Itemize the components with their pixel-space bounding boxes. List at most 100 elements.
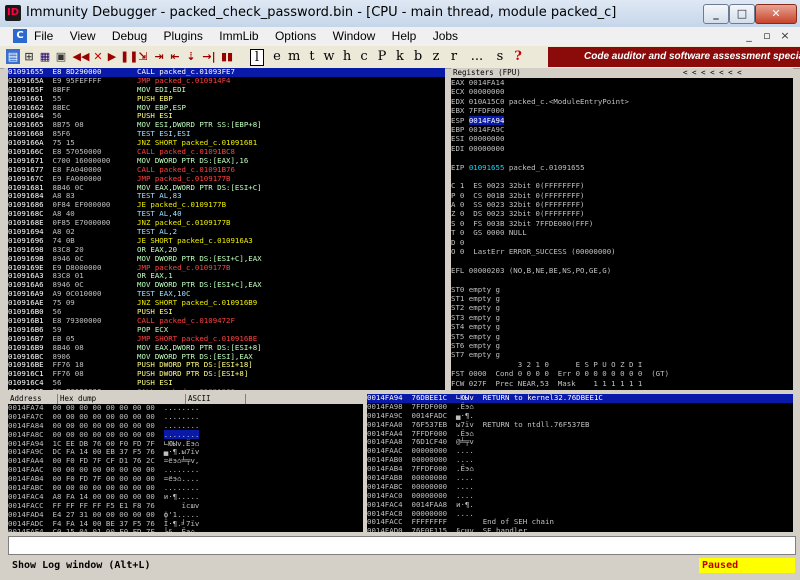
register-line[interactable]: ESP 0014FA94 [451,115,793,125]
banner-ad[interactable]: Code auditor and software assessment spe… [548,47,800,67]
cpu-window-icon[interactable]: C [13,29,27,43]
attach-icon[interactable]: ⊞ [22,49,36,64]
toolbar-m-button[interactable]: m [288,49,300,64]
register-line[interactable] [451,256,793,265]
toolbar-p-button[interactable]: P [376,49,388,64]
register-line[interactable]: ST4 empty g [451,322,793,331]
toolbar-k-button[interactable]: k [394,49,406,64]
register-line[interactable]: EBP 0014FA9C [451,125,793,134]
toolbar-h-button[interactable]: h [341,49,353,64]
menu-file[interactable]: File [34,28,53,45]
register-line[interactable]: ST2 empty g [451,303,793,312]
stack-address: 0014FAC8 [367,508,412,518]
toolbar-c-button[interactable]: c [358,49,370,64]
toolbar-l-button[interactable]: l [250,49,264,66]
toolbar-r-button[interactable]: r [448,49,460,64]
mdi-restore-button[interactable]: ▫ [760,29,774,42]
toolbar-more-button[interactable]: ... [466,49,488,64]
register-line[interactable]: ST1 empty g [451,294,793,303]
step-into-icon[interactable]: ⇲ [136,49,150,64]
register-line[interactable]: ST6 empty g [451,341,793,350]
mdi-minimize-button[interactable]: _ [742,29,756,42]
menu-debug[interactable]: Debug [112,28,147,45]
run-icon[interactable]: ▶ [106,49,118,64]
disasm-address: 01091684 [8,191,53,201]
stack-pane[interactable]: 0014FA94 76DBEE1C ∟ЮЫv RETURN to kernel3… [367,394,793,532]
toolbar-s-button[interactable]: s [494,49,506,64]
memory-dump-pane[interactable]: Address Hex dump ASCII 0014FA74 00 00 00 0… [8,394,363,532]
execute-till-return-icon[interactable]: →| [200,49,218,64]
register-line[interactable]: ST5 empty g [451,332,793,341]
dump-address: 0014FA94 [8,438,53,448]
register-line[interactable]: D 0 [451,238,793,247]
menu-immlib[interactable]: ImmLib [219,28,258,45]
disasm-row[interactable]: 010916C5 E8 FC020000 CALL packed_c.01091… [8,387,445,390]
register-line[interactable]: P 0 CS 001B 32bit 0(FFFFFFFF) [451,191,793,200]
menu-options[interactable]: Options [275,28,316,45]
register-line[interactable]: EIP 01091655 packed_c.01091655 [451,163,793,172]
dump-hex: A8 FA 14 00 00 00 00 00 [52,491,164,501]
register-line[interactable]: ESI 00000000 [451,134,793,143]
menu-help[interactable]: Help [392,28,417,45]
disasm-address: 0109165F [8,84,53,94]
register-line[interactable]: 3 2 1 0 E S P U O Z D I [451,360,793,369]
close-button[interactable]: ✕ [755,4,797,24]
trace-into-icon[interactable]: ⇤ [168,49,182,64]
menu-plugins[interactable]: Plugins [164,28,203,45]
mdi-close-button[interactable]: × [778,29,792,42]
disasm-address: 0109166C [8,147,53,157]
register-line[interactable]: FCW 027F Prec NEAR,53 Mask 1 1 1 1 1 1 [451,379,793,388]
register-line[interactable] [451,275,793,284]
menu-view[interactable]: View [70,28,96,45]
pycommand-icon[interactable]: ▣ [54,49,68,64]
toolbar-z-button[interactable]: z [430,49,442,64]
register-line[interactable]: ST3 empty g [451,313,793,322]
minimize-button[interactable]: _ [703,4,729,24]
register-line[interactable]: O 0 LastErr ERROR_SUCCESS (00000000) [451,247,793,256]
register-line[interactable]: A 0 SS 0023 32bit 0(FFFFFFFF) [451,200,793,209]
maximize-button[interactable]: □ [729,4,755,24]
toolbar-t-button[interactable]: t [306,49,318,64]
go-to-icon[interactable]: ▮▮ [220,49,234,64]
register-line[interactable]: C 1 ES 0023 32bit 0(FFFFFFFF) [451,181,793,190]
menu-jobs[interactable]: Jobs [433,28,458,45]
register-line[interactable]: FST 0000 Cond 0 0 0 0 Err 0 0 0 0 0 0 0 … [451,369,793,378]
menu-window[interactable]: Window [333,28,376,45]
disassembly-pane[interactable]: 01091655 E8 8D290000 CALL packed_c.01093… [8,68,445,390]
dump-row[interactable]: 0014FAE4 C0 15 0A 01 00 F0 FD 7F └§..Ёэ⌂ [8,528,363,532]
dump-ascii: ▄·¶.ы7їv [163,447,200,457]
stack-value: 00000000 [411,508,456,518]
register-line[interactable]: S 0 FS 003B 32bit 7FFDE000(FFF) [451,219,793,228]
register-line[interactable]: EDI 00000000 [451,144,793,153]
disasm-address: 01091664 [8,111,53,121]
register-line[interactable] [451,153,793,162]
stack-row[interactable]: 0014FAD0 76F0E115 §сшv SE handler [367,526,793,532]
register-line[interactable]: ST7 empty g [451,350,793,359]
register-line[interactable]: EFL 00000203 (NO,B,NE,BE,NS,PO,GE,G) [451,266,793,275]
toolbar-b-button[interactable]: b [412,49,424,64]
restart-icon[interactable]: ◀◀ [72,49,90,64]
register-line[interactable]: ECX 00000000 [451,87,793,96]
dump-ascii: ........ [163,429,200,439]
register-line[interactable]: EAX 0014FA14 [451,78,793,87]
stack-ascii: ∟ЮЫv [456,394,483,402]
register-line[interactable] [451,172,793,181]
pause-icon[interactable]: ❚❚ [120,49,138,64]
stack-comment: End of SEH chain [482,517,554,527]
register-line[interactable]: Z 0 DS 0023 32bit 0(FFFFFFFF) [451,209,793,218]
log-icon[interactable]: ▦ [38,49,52,64]
close-program-icon[interactable]: ✕ [92,49,104,64]
toolbar-e-button[interactable]: e [271,49,283,64]
register-line[interactable]: T 0 GS 0000 NULL [451,228,793,237]
command-input[interactable] [8,536,796,555]
step-over-icon[interactable]: ⇥ [152,49,166,64]
stack-address: 0014FA98 [367,401,412,411]
toolbar-w-button[interactable]: w [323,49,335,64]
trace-over-icon[interactable]: ⇣ [184,49,198,64]
registers-pane[interactable]: Registers (FPU) < < < < < < < EAX 0014FA1… [451,68,793,390]
help-icon[interactable]: ? [512,49,524,64]
register-line[interactable]: ST0 empty g [451,285,793,294]
register-line[interactable]: EDX 010A15C0 packed_c.<ModuleEntryPoint> [451,97,793,106]
register-line[interactable]: EBX 7FFDF000 [451,106,793,115]
open-file-icon[interactable]: ▤ [6,49,20,64]
